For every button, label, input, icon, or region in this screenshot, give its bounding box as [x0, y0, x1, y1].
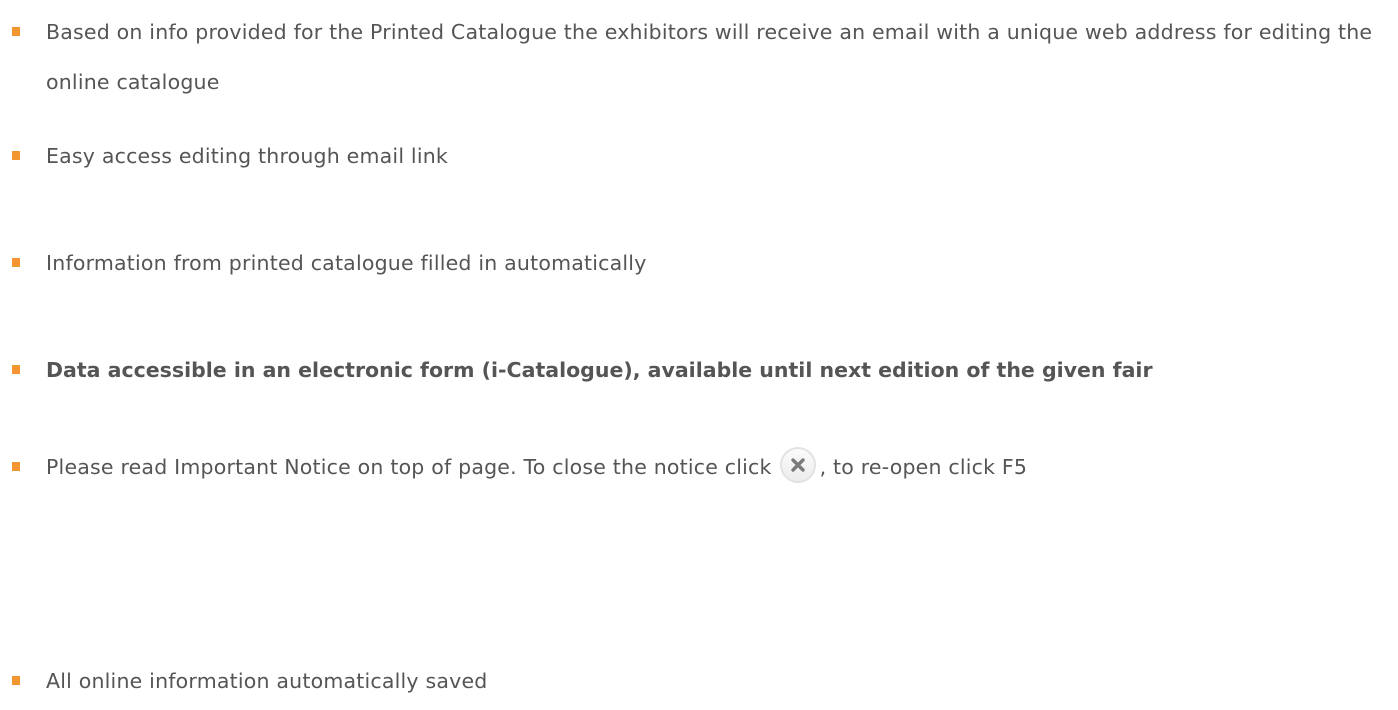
list-item-text: All online information automatically sav… — [46, 669, 488, 693]
close-icon[interactable] — [779, 447, 816, 483]
list-item: Please read Important Notice on top of p… — [12, 442, 1392, 492]
bullet-marker — [12, 151, 20, 160]
bullet-marker — [12, 258, 20, 267]
list-item-text: Data accessible in an electronic form (i… — [46, 358, 1153, 382]
bullet-marker — [12, 27, 20, 36]
list-item-text: Based on info provided for the Printed C… — [46, 20, 1373, 94]
list-item: Data accessible in an electronic form (i… — [12, 345, 1392, 395]
bullet-marker — [12, 676, 20, 685]
list-item: Based on info provided for the Printed C… — [12, 7, 1392, 107]
list-item-text: Easy access editing through email link — [46, 144, 448, 168]
bullet-marker — [12, 462, 20, 471]
list-item-text-after: , to re-open click F5 — [819, 455, 1028, 479]
list-item: Easy access editing through email link — [12, 131, 1392, 181]
list-item-text-before: Please read Important Notice on top of p… — [46, 455, 772, 479]
list-item: All online information automatically sav… — [12, 656, 1392, 706]
list-item: Information from printed catalogue fille… — [12, 238, 1392, 288]
list-item-text: Information from printed catalogue fille… — [46, 251, 647, 275]
bullet-marker — [12, 365, 20, 374]
